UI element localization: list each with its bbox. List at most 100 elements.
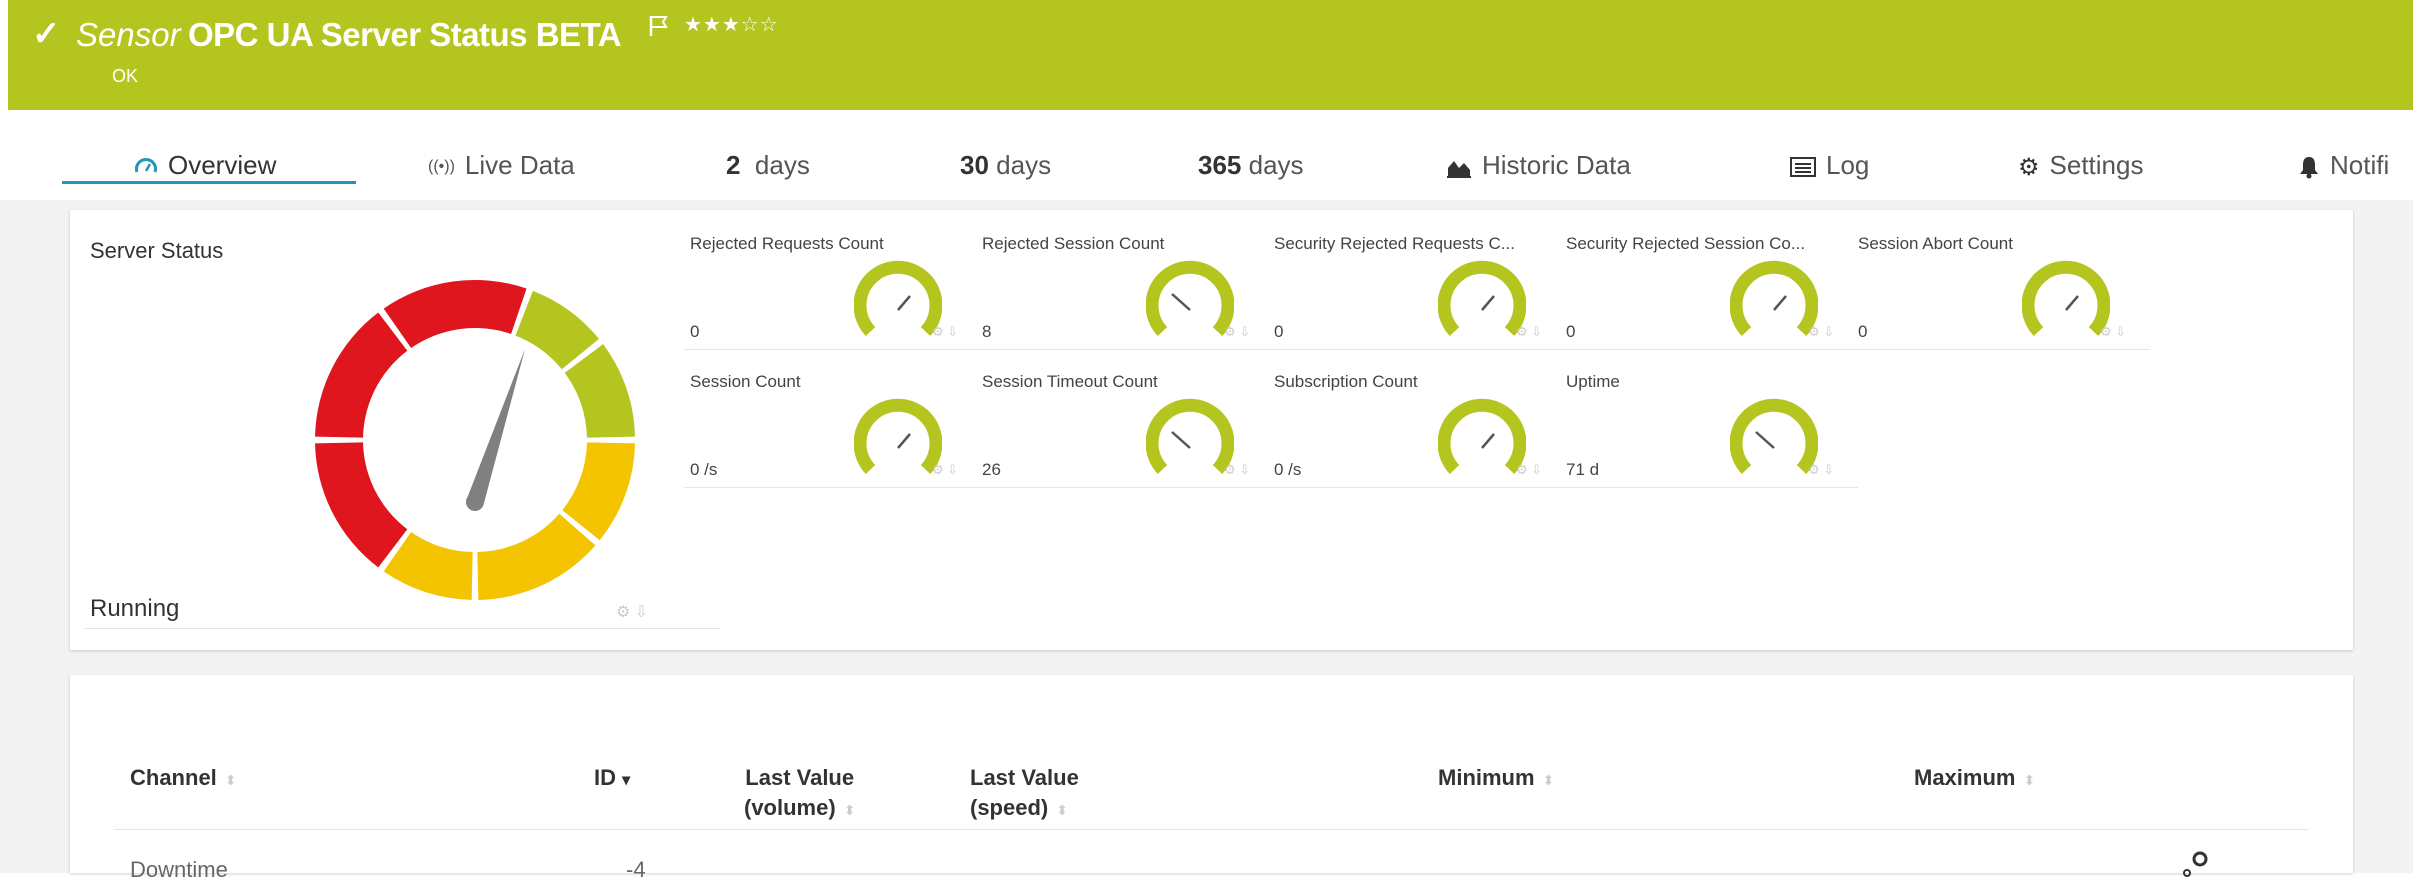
channel-gauge-card[interactable]: Session Timeout Count 26 ⚙ ⇩ bbox=[976, 348, 1274, 488]
tab-label: days bbox=[1248, 150, 1304, 180]
table-header-divider bbox=[114, 829, 2309, 830]
mini-gauge bbox=[1146, 398, 1234, 474]
channel-name: Security Rejected Session Co... bbox=[1566, 234, 1806, 253]
sort-icon: ⬍ bbox=[1056, 802, 1068, 818]
channel-name: Rejected Session Count bbox=[982, 234, 1165, 253]
channel-settings-icon[interactable]: ⚙ ⇩ bbox=[1516, 462, 1542, 478]
channel-value: 0 /s bbox=[1274, 460, 1302, 479]
mini-gauge bbox=[1730, 398, 1818, 474]
tab-log[interactable]: Log bbox=[1790, 150, 1869, 181]
sort-icon: ⬍ bbox=[1542, 772, 1555, 788]
mini-gauge bbox=[1730, 260, 1818, 336]
divider bbox=[1268, 487, 1566, 488]
tab-number: 2 bbox=[726, 150, 741, 180]
tab-2-days[interactable]: 2 days bbox=[726, 150, 810, 181]
divider bbox=[976, 487, 1274, 488]
channel-gauge-card[interactable]: Security Rejected Session Co... 0 ⚙ ⇩ bbox=[1560, 210, 1858, 350]
tab-label: Historic Data bbox=[1482, 150, 1631, 180]
mini-gauge bbox=[1146, 260, 1234, 336]
gauge-segment bbox=[315, 442, 408, 568]
channel-settings-icon[interactable]: ⚙ ⇩ bbox=[616, 602, 648, 622]
bell-icon bbox=[2300, 157, 2318, 179]
tab-label: Overview bbox=[168, 150, 277, 180]
gauges-panel: Server Status Running ⚙ ⇩ Rejected Reque… bbox=[70, 210, 2353, 650]
channel-gauge-card[interactable]: Rejected Requests Count 0 ⚙ ⇩ bbox=[684, 210, 982, 350]
tab-live-data[interactable]: ((•)) Live Data bbox=[428, 150, 575, 181]
mini-gauge bbox=[2022, 260, 2110, 336]
tab-365-days[interactable]: 365 days bbox=[1198, 150, 1304, 181]
channel-name: Session Timeout Count bbox=[982, 372, 1158, 391]
channel-value: 0 bbox=[1858, 322, 1868, 341]
column-header-minimum[interactable]: Minimum ⬍ bbox=[1438, 763, 1554, 795]
channel-value: 26 bbox=[982, 460, 1001, 479]
channel-settings-icon[interactable]: ⚙ ⇩ bbox=[1808, 462, 1834, 478]
status-check-icon: ✓ bbox=[32, 15, 61, 53]
tab-settings[interactable]: ⚙ Settings bbox=[2018, 150, 2143, 182]
tab-number: 30 bbox=[960, 150, 989, 180]
channel-name: Subscription Count bbox=[1274, 372, 1418, 391]
channel-gauge-card[interactable]: Rejected Session Count 8 ⚙ ⇩ bbox=[976, 210, 1274, 350]
tab-overview[interactable]: Overview bbox=[134, 150, 276, 181]
header-label: (volume) bbox=[744, 795, 836, 820]
column-header-maximum[interactable]: Maximum ⬍ bbox=[1914, 763, 2035, 795]
sort-icon: ⬍ bbox=[224, 772, 237, 788]
tab-label: Log bbox=[1826, 150, 1870, 180]
sensor-type-label: Sensor bbox=[76, 16, 181, 53]
channel-settings-icon[interactable]: ⚙ ⇩ bbox=[932, 462, 958, 478]
header-label: Maximum bbox=[1914, 765, 2016, 790]
tab-label: Notifi bbox=[2330, 150, 2390, 180]
priority-stars[interactable]: ★★★☆☆ bbox=[684, 12, 779, 37]
flag-icon[interactable] bbox=[648, 14, 670, 38]
column-header-last-value-volume[interactable]: Last Value (volume) ⬍ bbox=[744, 763, 855, 825]
divider bbox=[1852, 349, 2150, 350]
server-status-gauge[interactable] bbox=[300, 265, 650, 615]
tab-30-days[interactable]: 30 days bbox=[960, 150, 1051, 181]
header-label: ID bbox=[594, 765, 616, 790]
channel-settings-icon[interactable]: ⚙ ⇩ bbox=[1808, 324, 1834, 340]
channel-gauge-card[interactable]: Uptime 71 d ⚙ ⇩ bbox=[1560, 348, 1858, 488]
tab-number: 365 bbox=[1198, 150, 1242, 180]
channel-value: 8 bbox=[982, 322, 992, 341]
channel-value: 0 bbox=[1566, 322, 1576, 341]
channel-settings-icon[interactable]: ⚙ ⇩ bbox=[1224, 324, 1250, 340]
column-header-id[interactable]: ID ▾ bbox=[594, 763, 630, 796]
channel-value: 0 /s bbox=[690, 460, 718, 479]
channel-settings-icon[interactable]: ⚙ ⇩ bbox=[1516, 324, 1542, 340]
area-chart-icon bbox=[1447, 161, 1471, 179]
gauge-icon bbox=[135, 158, 157, 173]
header-label: Last Value bbox=[970, 765, 1079, 790]
channel-settings-icon[interactable]: ⚙ ⇩ bbox=[932, 324, 958, 340]
header-label: Channel bbox=[130, 765, 217, 790]
channel-name: Session Count bbox=[690, 372, 801, 391]
channel-gauge-card[interactable]: Session Abort Count 0 ⚙ ⇩ bbox=[1852, 210, 2150, 350]
channel-gauge-card[interactable]: Security Rejected Requests C... 0 ⚙ ⇩ bbox=[1268, 210, 1566, 350]
channel-name: Rejected Requests Count bbox=[690, 234, 884, 253]
header-label: Last Value bbox=[745, 765, 855, 790]
sensor-status-text: OK bbox=[112, 66, 139, 86]
sort-icon: ⬍ bbox=[2023, 772, 2036, 788]
header-label: Minimum bbox=[1438, 765, 1535, 790]
table-row-channel[interactable]: Downtime bbox=[130, 857, 228, 883]
channel-settings-icon[interactable]: ⚙ ⇩ bbox=[1224, 462, 1250, 478]
channel-gauge-card[interactable]: Session Count 0 /s ⚙ ⇩ bbox=[684, 348, 982, 488]
sensor-header: ✓ Sensor OPC UA Server Status BETA ★★★☆☆… bbox=[8, 0, 2413, 110]
tab-notifications[interactable]: Notifi bbox=[2298, 150, 2389, 181]
tab-label: days bbox=[996, 150, 1052, 180]
active-tab-indicator bbox=[62, 181, 356, 184]
channel-gauge-card[interactable]: Subscription Count 0 /s ⚙ ⇩ bbox=[1268, 348, 1566, 488]
channel-settings-icon[interactable] bbox=[2180, 849, 2210, 879]
divider bbox=[84, 628, 720, 629]
channel-settings-icon[interactable]: ⚙ ⇩ bbox=[2100, 324, 2126, 340]
gauge-segment bbox=[562, 442, 635, 541]
gauge-segment bbox=[383, 280, 527, 349]
divider bbox=[684, 487, 982, 488]
tab-label: days bbox=[754, 150, 810, 180]
header-label: (speed) bbox=[970, 795, 1049, 820]
tab-historic-data[interactable]: Historic Data bbox=[1446, 150, 1631, 181]
column-header-last-value-speed[interactable]: Last Value (speed) ⬍ bbox=[970, 763, 1079, 825]
column-header-channel[interactable]: Channel ⬍ bbox=[130, 763, 237, 795]
mini-gauge bbox=[854, 398, 942, 474]
gauge-segment bbox=[477, 513, 596, 600]
tab-bar: Overview ((•)) Live Data 2 days 30 days 3… bbox=[0, 110, 2413, 200]
list-icon bbox=[1790, 157, 1816, 178]
